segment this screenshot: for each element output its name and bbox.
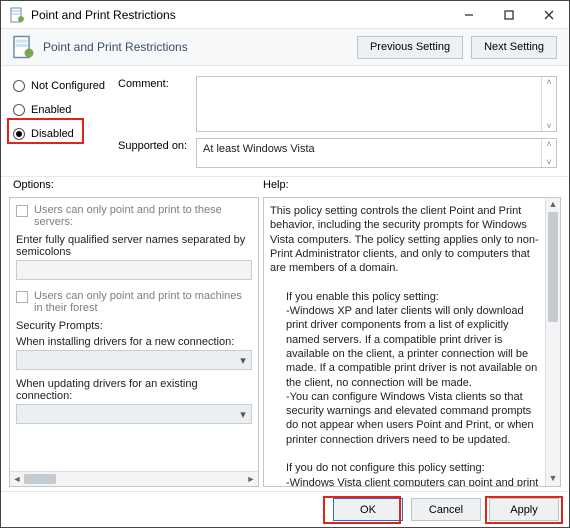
comment-scrollbar[interactable]: ˄˅ <box>541 77 556 131</box>
options-panel: Users can only point and print to these … <box>9 197 259 487</box>
close-button[interactable] <box>529 2 569 28</box>
radio-not-configured-label: Not Configured <box>31 80 105 92</box>
state-radios: Not Configured Enabled Disabled <box>13 76 118 168</box>
comment-textarea[interactable]: ˄˅ <box>196 76 557 132</box>
help-p3: If you do not configure this policy sett… <box>286 461 542 475</box>
maximize-button[interactable] <box>489 2 529 28</box>
scroll-thumb[interactable] <box>548 212 558 322</box>
mid-column: Comment: ˄˅ Supported on: At least Windo… <box>118 76 557 168</box>
comment-label: Comment: <box>118 76 196 132</box>
supported-scrollbar[interactable]: ˄˅ <box>541 139 556 167</box>
next-setting-button[interactable]: Next Setting <box>471 36 557 59</box>
chevron-down-icon: ▾ <box>235 354 251 367</box>
radio-enabled[interactable]: Enabled <box>13 100 118 120</box>
help-heading: Help: <box>263 179 557 191</box>
help-panel: This policy setting controls the client … <box>263 197 561 487</box>
options-h-scrollbar[interactable]: ◄ ► <box>10 471 258 486</box>
footer: OK Cancel Apply <box>1 491 569 527</box>
help-v-scrollbar[interactable]: ▲ ▼ <box>545 198 560 486</box>
radio-not-configured[interactable]: Not Configured <box>13 76 118 96</box>
scroll-left-icon[interactable]: ◄ <box>10 472 24 486</box>
radio-enabled-label: Enabled <box>31 104 71 116</box>
install-select[interactable]: ▾ <box>16 350 252 370</box>
help-p2: If you enable this policy setting: <box>286 290 542 304</box>
update-label: When updating drivers for an existing co… <box>16 378 252 402</box>
servers-input[interactable] <box>16 260 252 280</box>
window: Point and Print Restrictions Point and P… <box>0 0 570 528</box>
help-p2b: -You can configure Windows Vista clients… <box>286 390 542 447</box>
security-prompts-heading: Security Prompts: <box>16 320 252 332</box>
supported-on-box: At least Windows Vista ˄˅ <box>196 138 557 168</box>
options-heading: Options: <box>13 179 263 191</box>
previous-setting-button[interactable]: Previous Setting <box>357 36 463 59</box>
scroll-up-icon[interactable]: ▲ <box>546 198 560 212</box>
update-select[interactable]: ▾ <box>16 404 252 424</box>
supported-label: Supported on: <box>118 138 196 168</box>
titlebar: Point and Print Restrictions <box>1 1 569 29</box>
policy-icon <box>9 7 25 23</box>
apply-button[interactable]: Apply <box>489 498 559 521</box>
chk-servers[interactable]: Users can only point and print to these … <box>16 204 252 228</box>
minimize-button[interactable] <box>449 2 489 28</box>
help-p2a: -Windows XP and later clients will only … <box>286 304 542 390</box>
labels-row: Options: Help: <box>1 176 569 193</box>
main-split: Users can only point and print to these … <box>1 193 569 491</box>
help-p3a: -Windows Vista client computers can poin… <box>286 476 542 487</box>
upper-area: Not Configured Enabled Disabled Comment:… <box>1 66 569 176</box>
window-title: Point and Print Restrictions <box>31 8 176 22</box>
chevron-down-icon: ▾ <box>235 408 251 421</box>
scroll-right-icon[interactable]: ► <box>244 472 258 486</box>
nav-buttons: Previous Setting Next Setting <box>357 36 557 59</box>
header-title: Point and Print Restrictions <box>43 40 357 54</box>
scroll-down-icon[interactable]: ▼ <box>546 472 560 486</box>
header-strip: Point and Print Restrictions Previous Se… <box>1 29 569 66</box>
radio-disabled-label: Disabled <box>31 128 74 140</box>
ok-button[interactable]: OK <box>333 498 403 521</box>
policy-large-icon <box>11 35 35 59</box>
supported-on-text: At least Windows Vista <box>203 143 315 155</box>
help-p1: This policy setting controls the client … <box>270 204 542 275</box>
servers-hint: Enter fully qualified server names separ… <box>16 234 252 258</box>
install-label: When installing drivers for a new connec… <box>16 336 252 348</box>
cancel-button[interactable]: Cancel <box>411 498 481 521</box>
radio-disabled[interactable]: Disabled <box>13 124 118 144</box>
chk-forest[interactable]: Users can only point and print to machin… <box>16 290 252 314</box>
